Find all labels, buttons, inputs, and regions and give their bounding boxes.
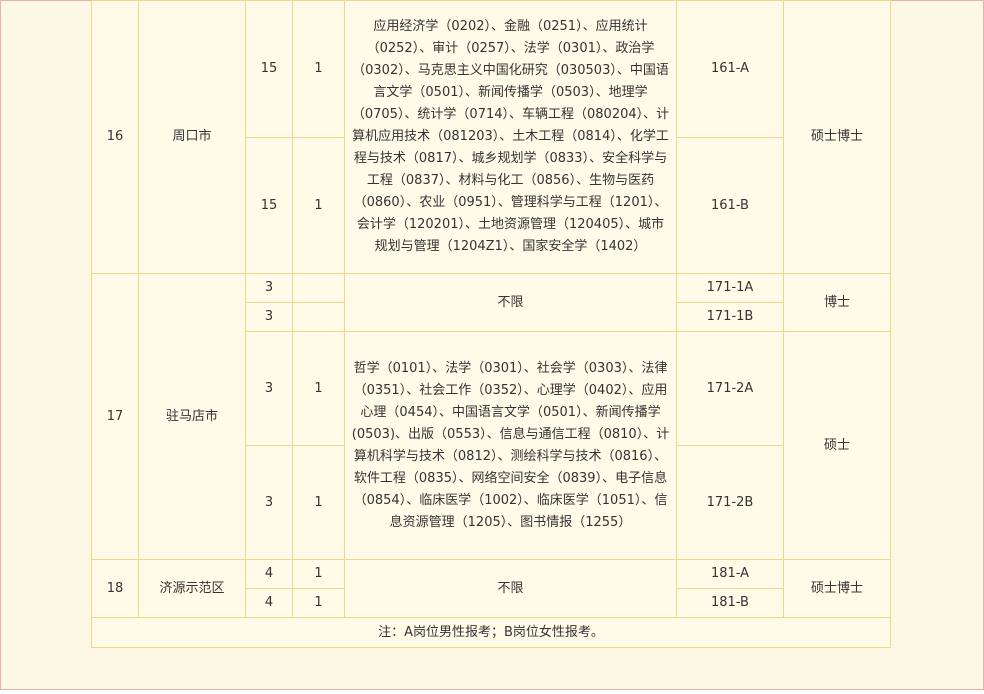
ratio: 1 xyxy=(292,137,345,274)
position-code: 181-A xyxy=(676,559,784,589)
degree-requirement: 硕士 xyxy=(783,331,891,560)
ratio xyxy=(292,273,345,303)
table-row: 17 驻马店市 3 不限 171-1A 博士 xyxy=(91,273,891,560)
ratio: 1 xyxy=(292,445,345,560)
city-name: 济源示范区 xyxy=(138,559,246,618)
recruit-count: 4 xyxy=(245,559,293,589)
row-number: 17 xyxy=(91,273,139,560)
position-code: 161-A xyxy=(676,0,784,138)
position-code: 171-1A xyxy=(676,273,784,303)
recruit-count: 3 xyxy=(245,302,293,332)
ratio xyxy=(292,302,345,332)
degree-requirement: 硕士博士 xyxy=(783,0,891,274)
degree-requirement: 博士 xyxy=(783,273,891,332)
positions-table: 16 周口市 15 1 应用经济学（0202）、金融（0251）、应用统计（02… xyxy=(91,0,891,648)
row-number: 16 xyxy=(91,0,139,274)
recruit-count: 3 xyxy=(245,445,293,560)
recruit-count: 4 xyxy=(245,588,293,618)
table-row: 16 周口市 15 1 应用经济学（0202）、金融（0251）、应用统计（02… xyxy=(91,0,891,274)
major-requirements: 应用经济学（0202）、金融（0251）、应用统计（0252）、审计（0257）… xyxy=(344,0,677,274)
table-row: 注：A岗位男性报考；B岗位女性报考。 xyxy=(91,617,891,648)
city-name: 周口市 xyxy=(138,0,246,274)
ratio: 1 xyxy=(292,559,345,589)
row-number: 18 xyxy=(91,559,139,618)
recruit-count: 15 xyxy=(245,0,293,138)
position-code: 171-2B xyxy=(676,445,784,560)
recruit-count: 3 xyxy=(245,331,293,446)
degree-requirement: 硕士博士 xyxy=(783,559,891,618)
city-name: 驻马店市 xyxy=(138,273,246,560)
major-requirements: 不限 xyxy=(344,273,677,332)
position-code: 161-B xyxy=(676,137,784,274)
recruit-count: 3 xyxy=(245,273,293,303)
major-requirements: 不限 xyxy=(344,559,677,618)
ratio: 1 xyxy=(292,0,345,138)
table-note: 注：A岗位男性报考；B岗位女性报考。 xyxy=(91,617,891,648)
ratio: 1 xyxy=(292,588,345,618)
ratio: 1 xyxy=(292,331,345,446)
major-requirements: 哲学（0101）、法学（0301）、社会学（0303）、法律（0351）、社会工… xyxy=(344,331,677,560)
position-code: 171-1B xyxy=(676,302,784,332)
table-row: 18 济源示范区 4 1 不限 181-A 硕士博士 xyxy=(91,559,891,618)
recruit-count: 15 xyxy=(245,137,293,274)
position-code: 181-B xyxy=(676,588,784,618)
position-code: 171-2A xyxy=(676,331,784,446)
